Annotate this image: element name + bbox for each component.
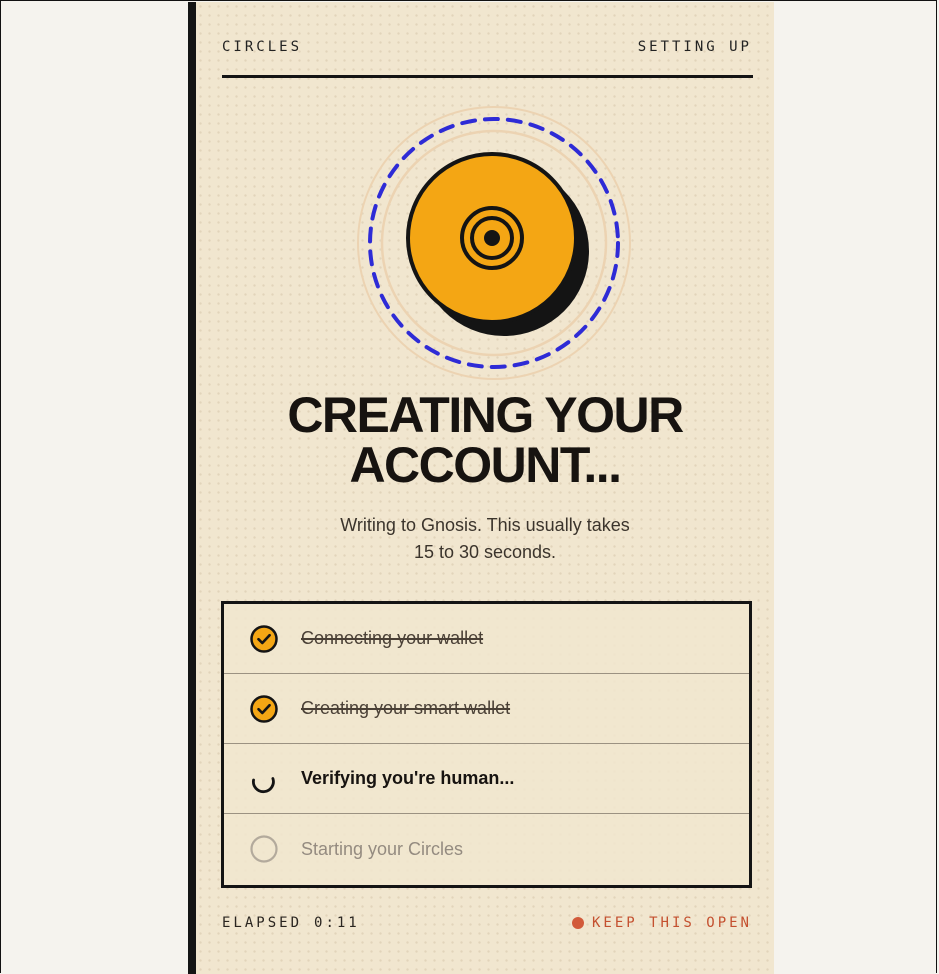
keep-open-notice: KEEP THIS OPEN bbox=[571, 915, 752, 931]
top-bar: CIRCLES SETTING UP bbox=[222, 39, 752, 55]
target-coin-icon bbox=[357, 106, 631, 380]
window-frame: CIRCLES SETTING UP CREATING YOUR ACCOUNT… bbox=[0, 0, 937, 974]
elapsed-timer: ELAPSED 0:11 bbox=[222, 915, 360, 931]
empty-circle-icon bbox=[250, 835, 278, 863]
step-label: Creating your smart wallet bbox=[301, 698, 511, 718]
onboarding-screen: CIRCLES SETTING UP CREATING YOUR ACCOUNT… bbox=[188, 2, 774, 974]
keep-open-label: KEEP THIS OPEN bbox=[591, 915, 752, 931]
step-start-circles: Starting your Circles bbox=[224, 814, 749, 884]
live-indicator-icon bbox=[571, 917, 584, 929]
brand-label: CIRCLES bbox=[222, 39, 303, 55]
status-footer: ELAPSED 0:11 KEEP THIS OPEN bbox=[222, 915, 752, 931]
elapsed-time: 0:11 bbox=[314, 915, 360, 931]
title-line-2: ACCOUNT... bbox=[349, 437, 622, 493]
step-create-smart-wallet: Creating your smart wallet bbox=[224, 674, 749, 744]
subtitle-line-2: 15 to 30 seconds. bbox=[413, 542, 557, 562]
step-label: Verifying you're human... bbox=[301, 768, 515, 788]
step-connect-wallet: Connecting your wallet bbox=[224, 604, 749, 674]
title-line-1: CREATING YOUR bbox=[287, 387, 684, 443]
spinner-icon bbox=[252, 776, 275, 793]
setup-steps-list: Connecting your wallet Creating your sma… bbox=[221, 601, 752, 888]
page-subtitle: Writing to Gnosis. This usually takes 15… bbox=[196, 512, 774, 566]
check-circle-icon bbox=[250, 694, 278, 723]
step-label: Connecting your wallet bbox=[301, 628, 484, 648]
step-label: Starting your Circles bbox=[301, 838, 464, 859]
elapsed-label: ELAPSED bbox=[222, 915, 303, 931]
header-divider bbox=[222, 75, 753, 78]
check-circle-icon bbox=[250, 624, 278, 653]
setup-status-label: SETTING UP bbox=[637, 39, 752, 55]
page-title: CREATING YOUR ACCOUNT... bbox=[196, 390, 774, 490]
target-center-dot bbox=[484, 230, 500, 246]
subtitle-line-1: Writing to Gnosis. This usually takes bbox=[340, 515, 630, 535]
step-verify-human: Verifying you're human... bbox=[224, 744, 749, 814]
